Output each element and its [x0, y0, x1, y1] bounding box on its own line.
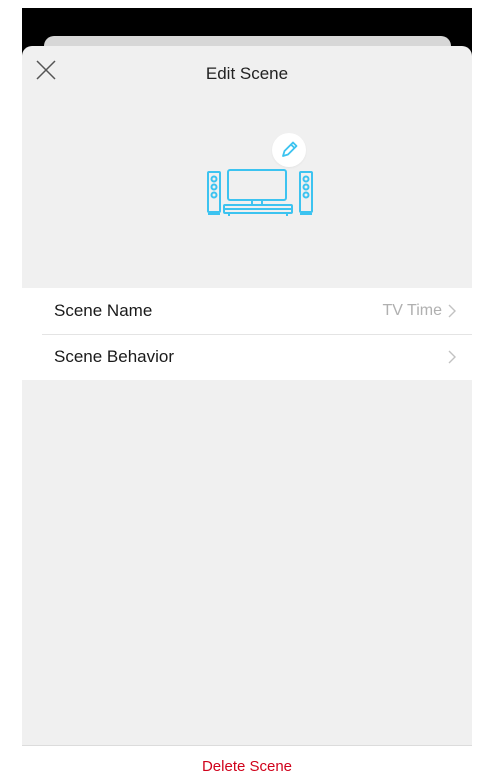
- page-title: Edit Scene: [205, 64, 289, 83]
- delete-scene-button[interactable]: Delete Scene: [22, 758, 472, 775]
- scene-behavior-row[interactable]: Scene Behavior: [22, 334, 472, 380]
- edit-scene-icon-button[interactable]: [272, 133, 306, 167]
- scene-name-row[interactable]: Scene Name TV Time: [22, 288, 472, 334]
- screen: Edit Scene Scene Name TV Time Scene Beha…: [0, 0, 485, 784]
- chevron-right-icon: [448, 304, 456, 318]
- chevron-right-icon: [448, 350, 456, 364]
- sheet-footer: Delete Scene: [22, 745, 472, 784]
- app-window: Edit Scene Scene Name TV Time Scene Beha…: [22, 8, 472, 784]
- scene-settings-list: Scene Name TV Time Scene Behavior: [22, 288, 472, 380]
- scene-name-label: Scene Name: [54, 301, 153, 320]
- scene-name-value: TV Time: [382, 302, 442, 319]
- scene-behavior-label: Scene Behavior: [54, 347, 175, 366]
- edit-scene-sheet: Edit Scene Scene Name TV Time Scene Beha…: [22, 46, 472, 784]
- pencil-icon: [282, 141, 298, 157]
- sheet-header: Edit Scene: [22, 46, 472, 102]
